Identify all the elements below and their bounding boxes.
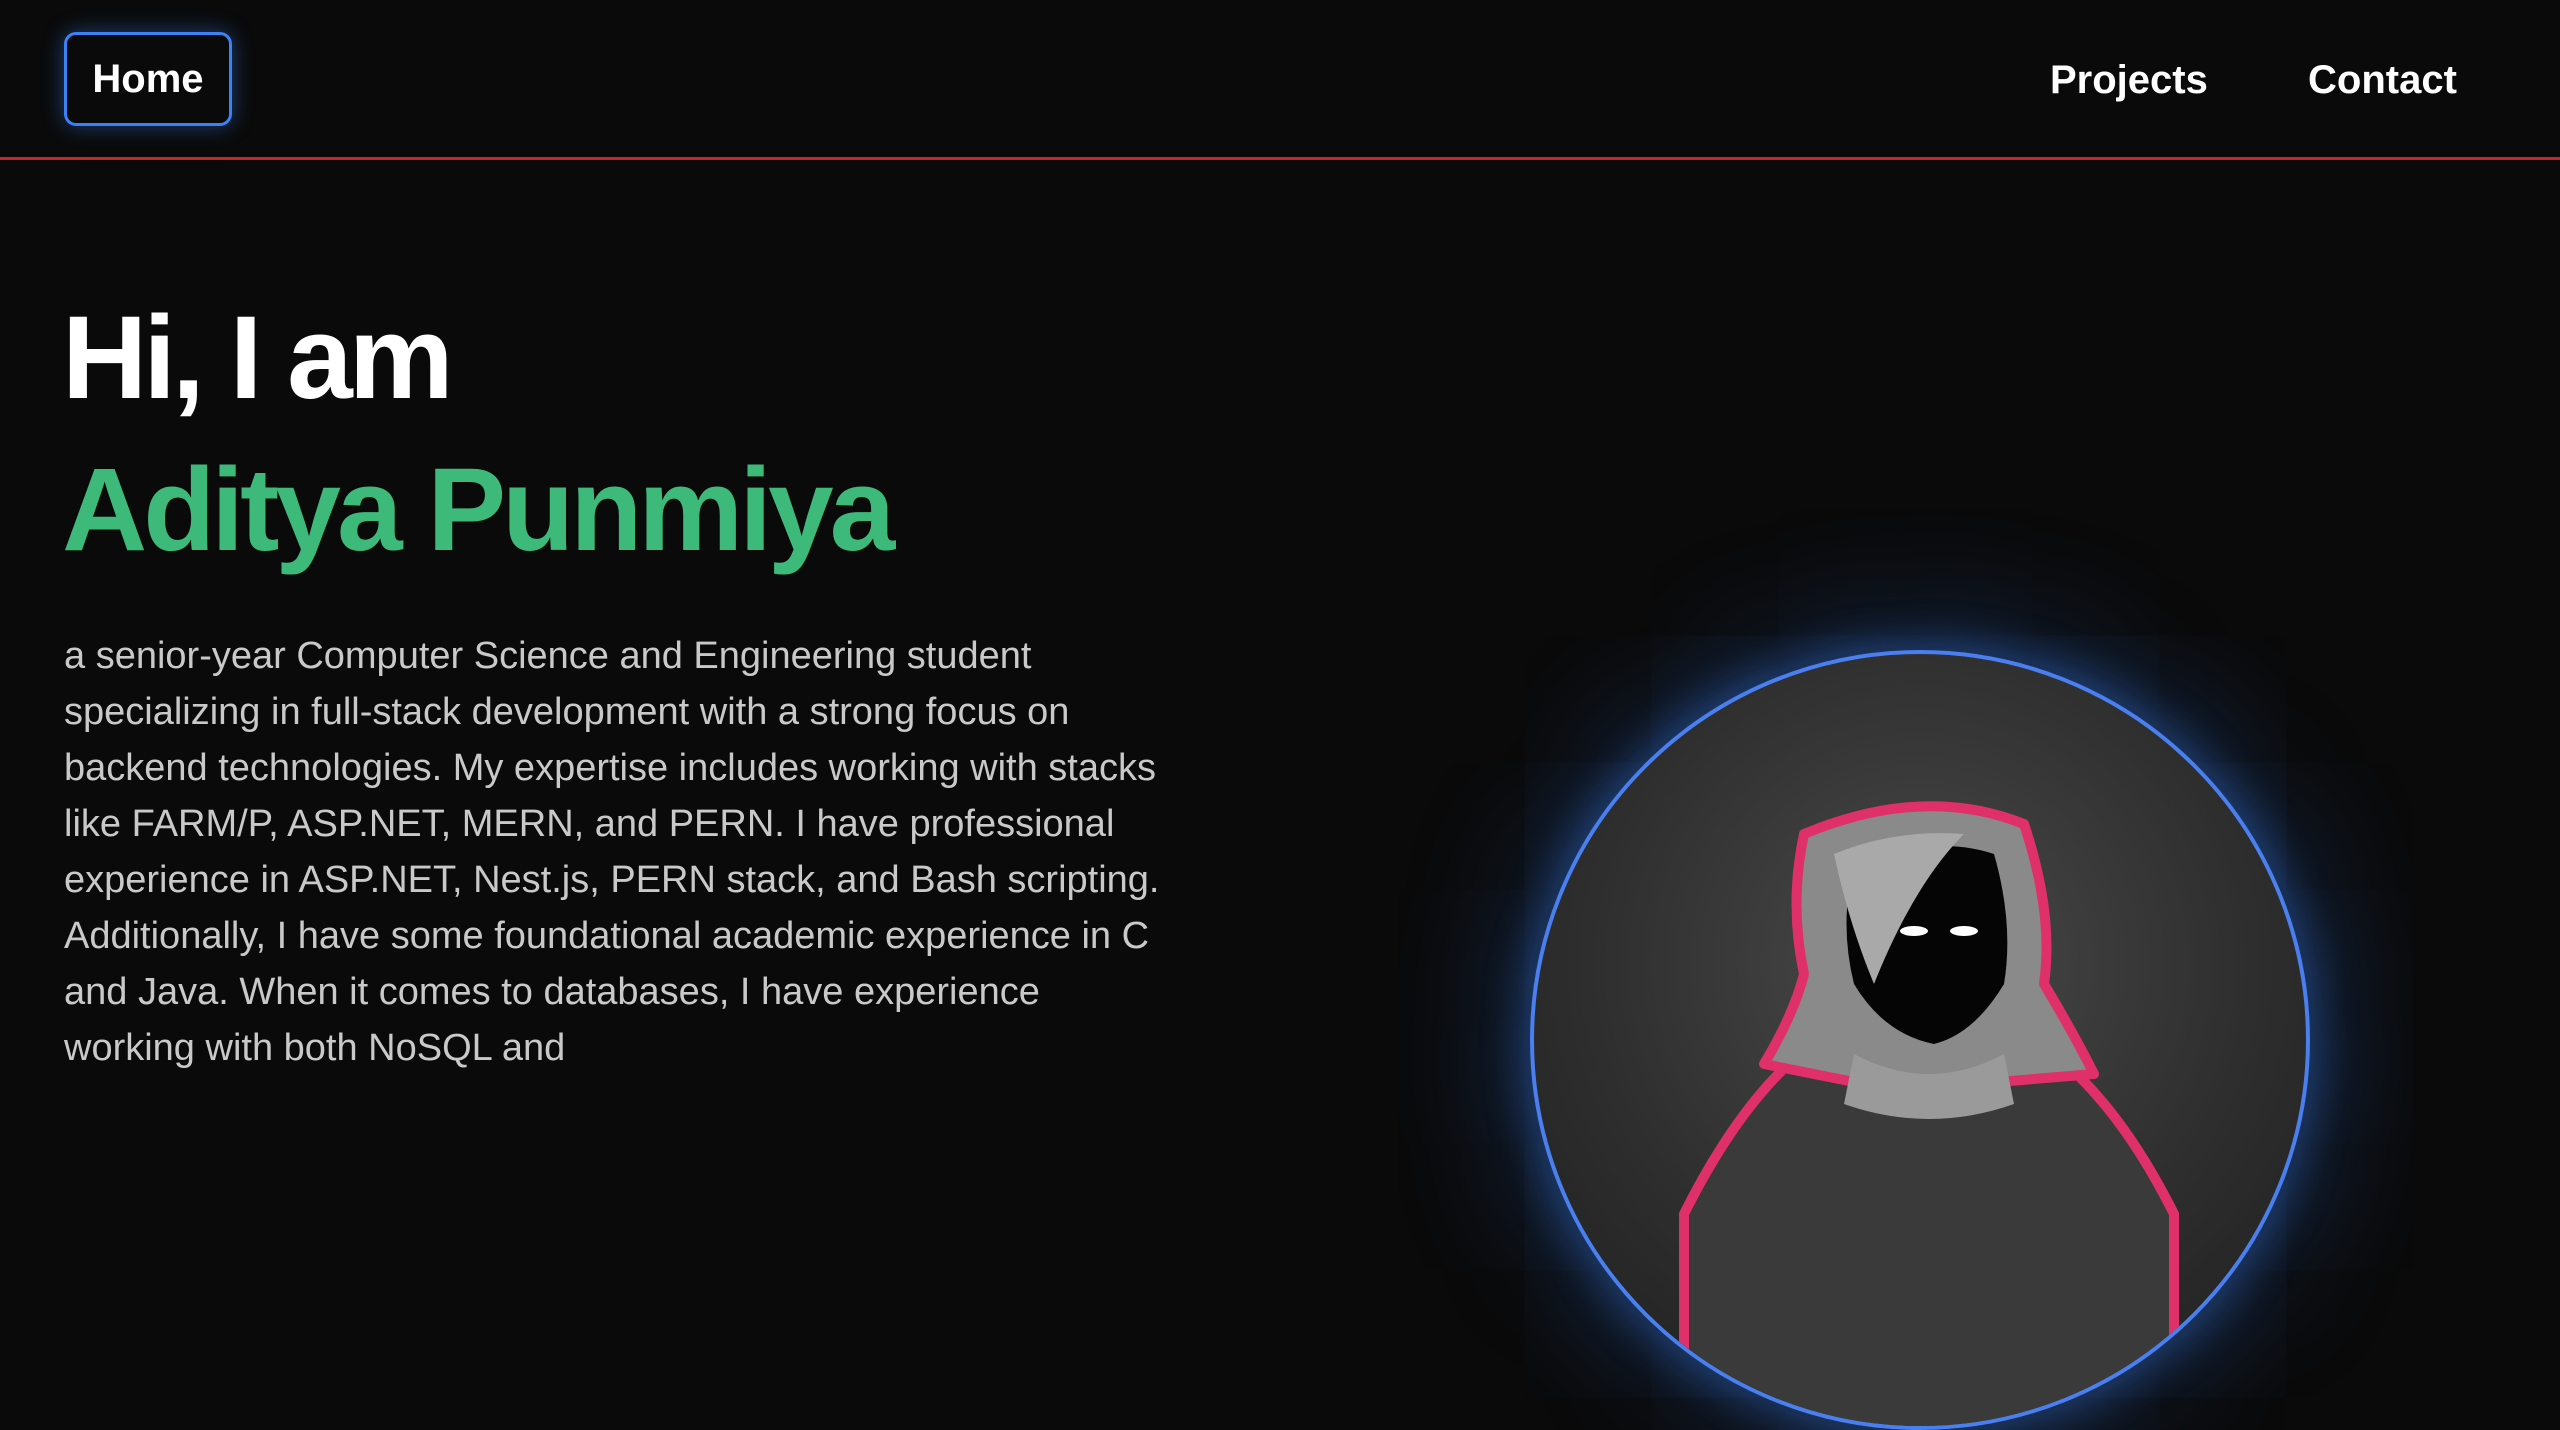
nav-home-link[interactable]: Home xyxy=(64,32,232,126)
hero-name: Aditya Punmiya xyxy=(62,444,895,576)
avatar-glow xyxy=(1530,650,2310,1430)
hero-greeting: Hi, I am xyxy=(62,292,454,424)
nav-contact-link[interactable]: Contact xyxy=(2308,52,2457,108)
navbar: Home Projects Contact xyxy=(0,0,2560,160)
nav-projects-link[interactable]: Projects xyxy=(2050,52,2208,108)
hooded-figure-icon xyxy=(1679,801,2179,1426)
avatar xyxy=(1530,650,2310,1430)
hero-bio: a senior-year Computer Science and Engin… xyxy=(64,635,1160,1069)
